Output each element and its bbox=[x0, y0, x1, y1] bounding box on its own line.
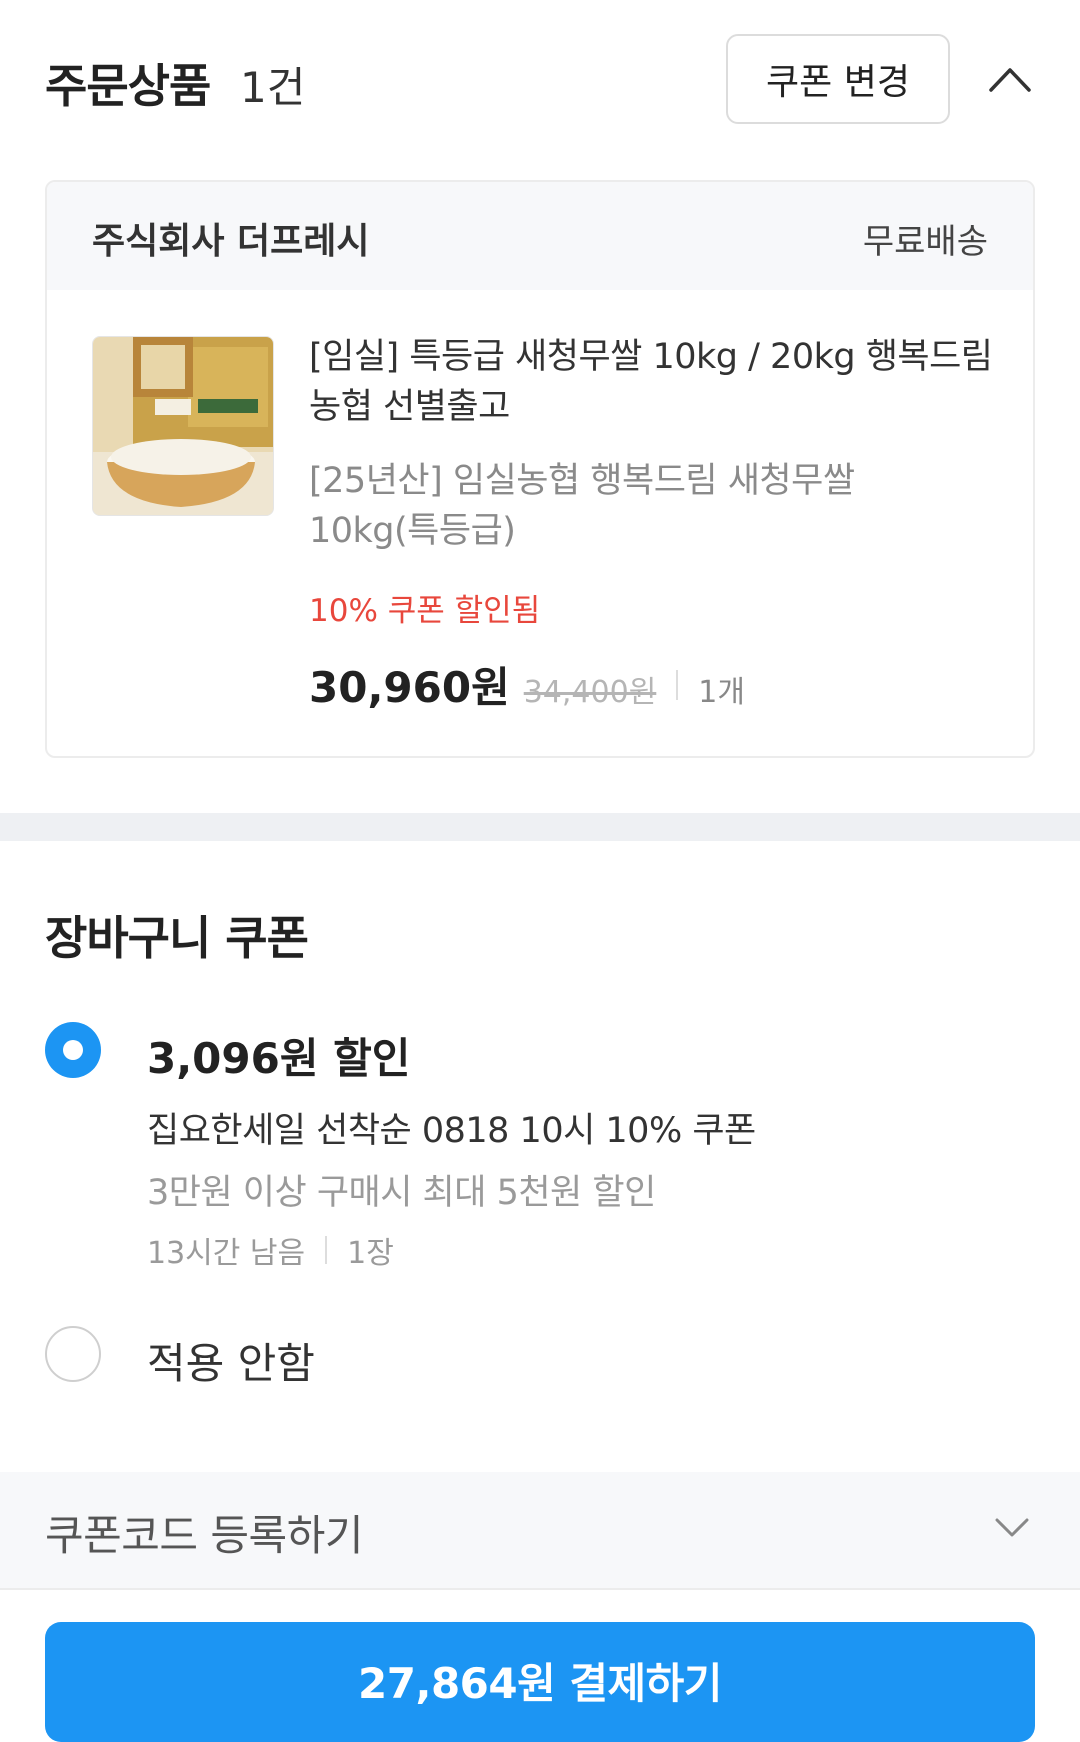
rice-product-image bbox=[93, 337, 273, 515]
chevron-up-icon[interactable] bbox=[985, 58, 1035, 98]
product-option: [25년산] 임실농협 행복드림 새청무쌀 10kg(특등급) bbox=[309, 461, 855, 551]
coupon-code-row[interactable]: 쿠폰코드 등록하기 bbox=[0, 1472, 1080, 1590]
coupon-discount-amount[interactable]: 3,096원 할인 bbox=[147, 1025, 410, 1086]
seller-header: 주식회사 더프레시 무료배송 bbox=[47, 182, 1033, 290]
price-row: 30,960원 34,400원 1개 bbox=[309, 654, 745, 715]
pay-button[interactable]: 27,864원 결제하기 bbox=[45, 1622, 1035, 1742]
final-price: 30,960원 bbox=[309, 663, 510, 712]
coupon-change-button[interactable]: 쿠폰 변경 bbox=[726, 34, 950, 124]
no-coupon-label[interactable]: 적용 안함 bbox=[147, 1330, 315, 1391]
cart-coupon-title: 장바구니 쿠폰 bbox=[45, 911, 309, 965]
shipping-info: 무료배송 bbox=[862, 222, 988, 262]
coupon-time-left: 13시간 남음 bbox=[147, 1236, 306, 1271]
coupon-applied-text: 10% 쿠폰 할인됨 bbox=[309, 593, 541, 629]
chevron-down-icon bbox=[995, 1518, 1029, 1537]
order-title: 주문상품 bbox=[45, 59, 211, 113]
divider bbox=[325, 1236, 328, 1264]
order-header: 주문상품 1건 쿠폰 변경 bbox=[45, 30, 1035, 130]
order-count: 1건 bbox=[240, 63, 306, 112]
coupon-name: 집요한세일 선착순 0818 10시 10% 쿠폰 bbox=[147, 1111, 756, 1151]
product-name[interactable]: [임실] 특등급 새청무쌀 10kg / 20kg 행복드림 농협 선별출고 bbox=[309, 332, 999, 432]
coupon-condition: 3만원 이상 구매시 최대 5천원 할인 bbox=[147, 1173, 656, 1213]
seller-name: 주식회사 더프레시 bbox=[92, 221, 370, 262]
divider bbox=[676, 669, 679, 700]
section-divider bbox=[0, 813, 1080, 841]
coupon-code-label: 쿠폰코드 등록하기 bbox=[45, 1511, 363, 1560]
original-price: 34,400원 bbox=[523, 675, 657, 710]
quantity: 1개 bbox=[698, 675, 745, 710]
seller-card: 주식회사 더프레시 무료배송 [임실] 특등급 새청무쌀 10kg / 20kg… bbox=[45, 180, 1035, 758]
product-thumbnail[interactable] bbox=[92, 336, 274, 516]
coupon-radio-selected[interactable] bbox=[45, 1022, 101, 1078]
coupon-meta: 13시간 남음 1장 bbox=[147, 1228, 394, 1272]
coupon-count: 1장 bbox=[347, 1236, 394, 1271]
coupon-radio-none[interactable] bbox=[45, 1326, 101, 1382]
